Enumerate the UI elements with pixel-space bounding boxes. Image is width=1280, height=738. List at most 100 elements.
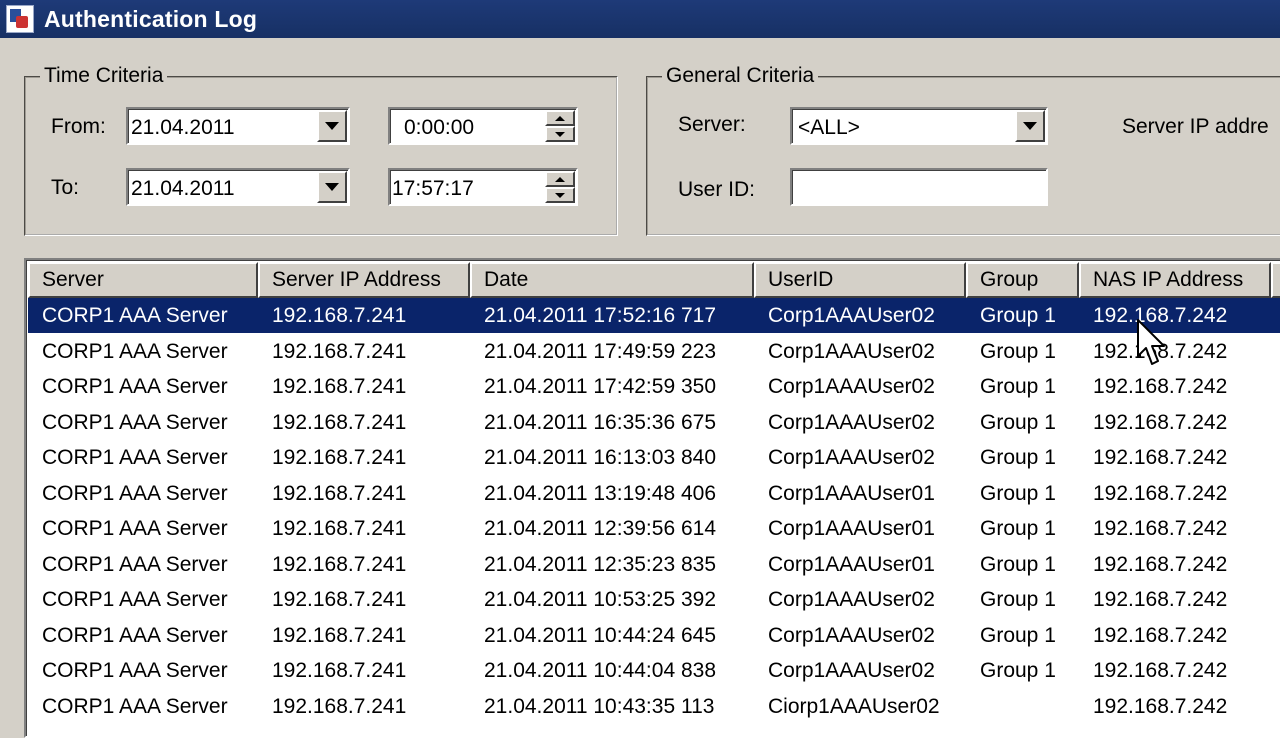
table-row[interactable]: CORP1 AAA Server 192.168.7.241 21.04.2011 … bbox=[28, 476, 1280, 511]
cell-group: Group 1 bbox=[980, 339, 1056, 363]
table-row[interactable]: CORP1 AAA Server 192.168.7.241 21.04.2011 … bbox=[28, 618, 1280, 653]
chevron-down-icon bbox=[325, 183, 339, 191]
table-header: Server Server IP Address Date UserID Gro… bbox=[28, 262, 1280, 298]
cell-server: CORP1 AAA Server bbox=[42, 588, 228, 611]
cell-userid: Corp1AAAUser02 bbox=[768, 339, 935, 363]
cell-server-ip: 192.168.7.241 bbox=[272, 694, 407, 718]
cell-date: 21.04.2011 10:53:25 392 bbox=[484, 588, 716, 611]
column-header-server[interactable]: Server bbox=[28, 262, 258, 298]
from-time-spinner[interactable] bbox=[545, 110, 575, 142]
time-criteria-group: Time Criteria From: 21.04.2011 0:00:00 T… bbox=[24, 64, 618, 236]
userid-field[interactable] bbox=[790, 168, 1048, 206]
to-date-dropdown-button[interactable] bbox=[317, 171, 347, 203]
app-icon bbox=[6, 5, 34, 33]
cell-server: CORP1 AAA Server bbox=[42, 446, 228, 469]
cell-group: Group 1 bbox=[980, 623, 1056, 647]
from-date-picker[interactable]: 21.04.2011 bbox=[126, 107, 350, 145]
cell-server: CORP1 AAA Server bbox=[42, 659, 228, 682]
server-label: Server: bbox=[678, 113, 746, 136]
to-date-value: 21.04.2011 bbox=[131, 177, 235, 200]
cell-server: CORP1 AAA Server bbox=[42, 410, 228, 434]
arrow-down-icon bbox=[555, 131, 565, 137]
mouse-pointer-icon bbox=[1137, 319, 1165, 365]
from-time-down-button[interactable] bbox=[545, 126, 575, 142]
table-row[interactable]: CORP1 AAA Server 192.168.7.241 21.04.2011 … bbox=[28, 547, 1280, 582]
table-row[interactable]: CORP1 AAA Server 192.168.7.241 21.04.2011 … bbox=[28, 689, 1280, 724]
window-title: Authentication Log bbox=[44, 5, 258, 32]
arrow-up-icon bbox=[555, 115, 565, 121]
column-header-server-ip[interactable]: Server IP Address bbox=[258, 262, 470, 298]
column-header-userid[interactable]: UserID bbox=[754, 262, 966, 298]
from-time-value: 0:00:00 bbox=[404, 116, 475, 139]
cell-date: 21.04.2011 17:49:59 223 bbox=[484, 339, 716, 363]
auth-log-table[interactable]: Server Server IP Address Date UserID Gro… bbox=[24, 258, 1280, 738]
column-header-extra[interactable] bbox=[1271, 262, 1280, 298]
title-bar[interactable]: Authentication Log bbox=[0, 0, 1280, 38]
from-date-dropdown-button[interactable] bbox=[317, 110, 347, 142]
cell-date: 21.04.2011 13:19:48 406 bbox=[484, 481, 716, 505]
cell-group: Group 1 bbox=[980, 410, 1056, 434]
to-time-spinner[interactable] bbox=[545, 171, 575, 203]
table-row[interactable]: CORP1 AAA Server 192.168.7.241 21.04.2011 … bbox=[28, 405, 1280, 440]
cell-group: Group 1 bbox=[980, 304, 1056, 327]
table-row[interactable]: CORP1 AAA Server 192.168.7.241 21.04.2011 … bbox=[28, 582, 1280, 617]
column-header-nas-ip[interactable]: NAS IP Address bbox=[1079, 262, 1271, 298]
table-row[interactable]: CORP1 AAA Server 192.168.7.241 21.04.2011 … bbox=[28, 334, 1280, 369]
cell-server-ip: 192.168.7.241 bbox=[272, 304, 407, 327]
cell-nas-ip: 192.168.7.242 bbox=[1093, 446, 1228, 469]
cell-server-ip: 192.168.7.241 bbox=[272, 339, 407, 363]
cell-date: 21.04.2011 17:52:16 717 bbox=[484, 304, 716, 327]
cell-server-ip: 192.168.7.241 bbox=[272, 375, 407, 398]
cell-userid: Corp1AAAUser02 bbox=[768, 446, 935, 469]
cell-group: Group 1 bbox=[980, 375, 1056, 398]
cell-date: 21.04.2011 12:39:56 614 bbox=[484, 517, 716, 540]
server-dropdown-button[interactable] bbox=[1015, 110, 1045, 142]
cell-userid: Corp1AAAUser01 bbox=[768, 481, 935, 505]
to-time-up-button[interactable] bbox=[545, 171, 575, 187]
cell-server-ip: 192.168.7.241 bbox=[272, 552, 407, 576]
from-date-value: 21.04.2011 bbox=[131, 116, 235, 139]
cell-nas-ip: 192.168.7.242 bbox=[1093, 623, 1228, 647]
chevron-down-icon bbox=[325, 122, 339, 130]
cell-nas-ip: 192.168.7.242 bbox=[1093, 375, 1228, 398]
table-row[interactable]: CORP1 AAA Server 192.168.7.241 21.04.2011 … bbox=[28, 440, 1280, 475]
cell-nas-ip: 192.168.7.242 bbox=[1093, 552, 1228, 576]
cell-server-ip: 192.168.7.241 bbox=[272, 588, 407, 611]
cell-server: CORP1 AAA Server bbox=[42, 339, 228, 363]
cell-server: CORP1 AAA Server bbox=[42, 304, 228, 327]
cell-userid: Corp1AAAUser01 bbox=[768, 552, 935, 576]
cell-server: CORP1 AAA Server bbox=[42, 481, 228, 505]
table-row[interactable]: CORP1 AAA Server 192.168.7.241 21.04.2011 … bbox=[28, 511, 1280, 546]
cell-userid: Corp1AAAUser02 bbox=[768, 623, 935, 647]
cell-userid: Corp1AAAUser02 bbox=[768, 375, 935, 398]
cell-group: Group 1 bbox=[980, 517, 1056, 540]
to-time-field[interactable]: 17:57:17 bbox=[388, 168, 578, 206]
cell-server-ip: 192.168.7.241 bbox=[272, 623, 407, 647]
to-date-picker[interactable]: 21.04.2011 bbox=[126, 168, 350, 206]
table-row-selected[interactable]: CORP1 AAA Server 192.168.7.241 21.04.2011 … bbox=[28, 298, 1280, 333]
from-time-up-button[interactable] bbox=[545, 110, 575, 126]
cell-group: Group 1 bbox=[980, 588, 1056, 611]
time-criteria-legend: Time Criteria bbox=[40, 64, 168, 88]
to-time-down-button[interactable] bbox=[545, 187, 575, 203]
server-select[interactable]: <ALL> bbox=[790, 107, 1048, 145]
cell-nas-ip: 192.168.7.242 bbox=[1093, 517, 1228, 540]
column-header-group[interactable]: Group bbox=[966, 262, 1079, 298]
userid-label: User ID: bbox=[678, 178, 756, 201]
table-row[interactable]: CORP1 AAA Server 192.168.7.241 21.04.2011 … bbox=[28, 369, 1280, 404]
cell-server: CORP1 AAA Server bbox=[42, 694, 228, 718]
from-time-field[interactable]: 0:00:00 bbox=[388, 107, 578, 145]
cell-group: Group 1 bbox=[980, 552, 1056, 576]
server-ip-label: Server IP addre bbox=[1122, 115, 1269, 138]
cell-nas-ip: 192.168.7.242 bbox=[1093, 410, 1228, 434]
column-header-date[interactable]: Date bbox=[470, 262, 754, 298]
cell-userid: Corp1AAAUser02 bbox=[768, 304, 935, 327]
cell-nas-ip: 192.168.7.242 bbox=[1093, 694, 1228, 718]
cell-group: Group 1 bbox=[980, 481, 1056, 505]
table-row[interactable]: CORP1 AAA Server 192.168.7.241 21.04.2011 … bbox=[28, 653, 1280, 688]
chevron-down-icon bbox=[1023, 122, 1037, 130]
cell-server-ip: 192.168.7.241 bbox=[272, 446, 407, 469]
cell-server: CORP1 AAA Server bbox=[42, 623, 228, 647]
cell-group: Group 1 bbox=[980, 446, 1056, 469]
cell-userid: Corp1AAAUser02 bbox=[768, 588, 935, 611]
